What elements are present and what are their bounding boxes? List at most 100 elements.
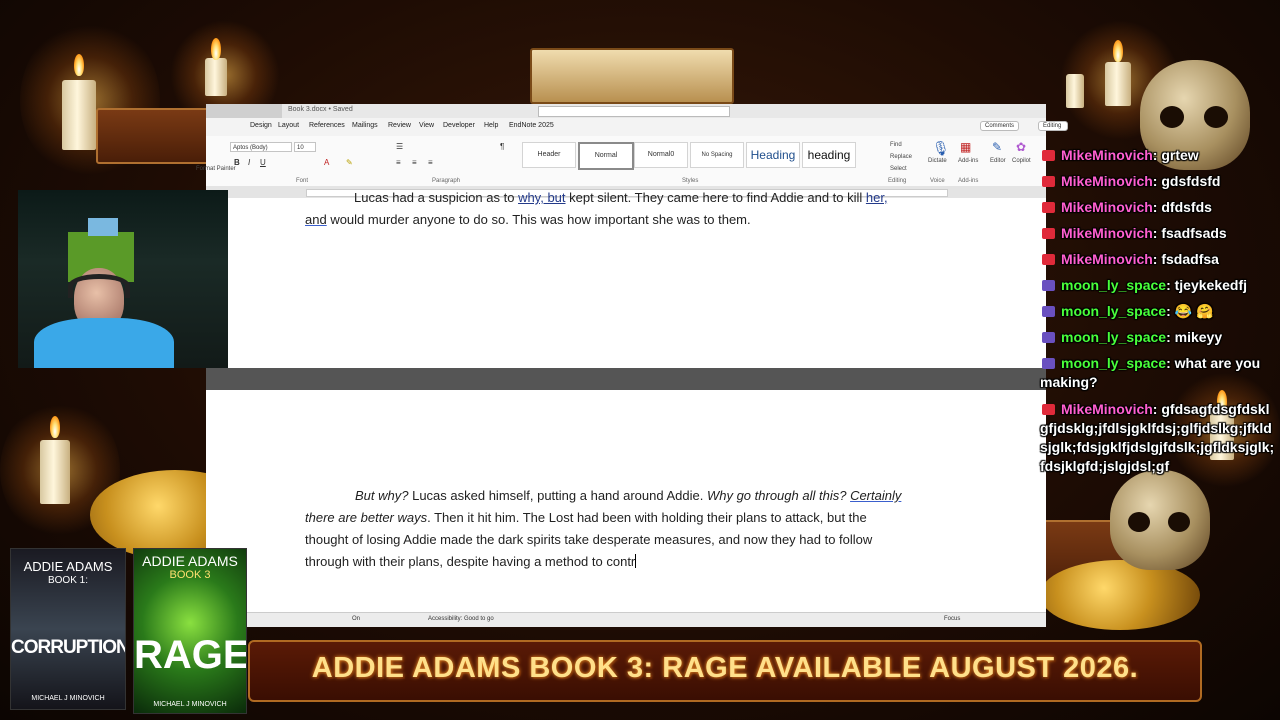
- highlight-icon[interactable]: ✎: [346, 158, 353, 167]
- chat-message: moon_ly_space: tjeykekedfj: [1040, 276, 1278, 295]
- document-page-2[interactable]: But why? Lucas asked himself, putting a …: [206, 390, 1046, 612]
- style-normal0[interactable]: Normal0: [634, 142, 688, 168]
- chat-username: MikeMinovich: [1061, 173, 1153, 189]
- group-add-ins-label: Add-ins: [958, 178, 979, 184]
- candle-flame-right: [1113, 40, 1123, 62]
- promo-banner: ADDIE ADAMS BOOK 3: RAGE AVAILABLE AUGUS…: [248, 640, 1202, 702]
- editor-icon[interactable]: ✎: [992, 140, 1002, 154]
- tab-references[interactable]: References: [309, 122, 345, 129]
- text-run: Lucas asked himself, putting a hand arou…: [408, 488, 707, 503]
- streamer-shirt: [34, 318, 174, 368]
- chat-message: MikeMinovich: grtew: [1040, 146, 1278, 165]
- search-input[interactable]: [538, 106, 730, 117]
- style-header-label: Header: [537, 151, 561, 158]
- text-run-link: her,: [865, 190, 888, 205]
- style-no-spacing-label: No Spacing: [701, 152, 733, 158]
- chat-text: grtew: [1161, 147, 1199, 163]
- select-button[interactable]: Select: [890, 166, 907, 172]
- candle-left: [62, 80, 96, 150]
- book-cover-rage: ADDIE ADAMS BOOK 3 RAGE MICHAEL J MINOVI…: [133, 548, 247, 714]
- font-size-select[interactable]: 10: [294, 142, 316, 152]
- underline-icon[interactable]: U: [260, 158, 266, 167]
- cover-book-name: CORRUPTION: [11, 637, 126, 658]
- text-run-link: why, but: [518, 190, 566, 205]
- track-changes-status[interactable]: On: [352, 616, 360, 622]
- chat-message: MikeMinovich: gdsfdsfd: [1040, 172, 1278, 191]
- find-button[interactable]: Find: [890, 142, 902, 148]
- page2-line-3: thought of losing Addie made the dark sp…: [305, 532, 873, 547]
- style-no-spacing[interactable]: No Spacing: [690, 142, 744, 168]
- open-book-decoration: [530, 48, 734, 104]
- coin-pile-right: [1040, 560, 1200, 630]
- phone-icon: [1042, 280, 1055, 291]
- text-run: Lucas had a suspicion as to: [354, 190, 519, 205]
- tab-layout[interactable]: Layout: [278, 122, 299, 129]
- chat-username: MikeMinovich: [1061, 199, 1153, 215]
- chat-username: MikeMinovich: [1061, 251, 1153, 267]
- text-run-italic: there are better ways: [305, 510, 428, 525]
- editor-button[interactable]: Editor: [990, 158, 1006, 164]
- text-run-italic: Why go through all this?: [706, 488, 847, 503]
- phone-icon: [1042, 306, 1055, 317]
- comments-button[interactable]: Comments: [980, 121, 1020, 131]
- document-page-1[interactable]: Lucas had a suspicion as to why, but kep…: [228, 190, 1046, 368]
- tab-view[interactable]: View: [419, 122, 434, 129]
- camera-icon: [1042, 176, 1055, 187]
- chat-message: MikeMinovich: gfdsagfdsgfdsklgfjdsklg;jf…: [1040, 401, 1275, 474]
- chat-text: mikeyy: [1174, 329, 1223, 345]
- chat-message: MikeMinovich: fsadfsads: [1040, 224, 1278, 243]
- camera-icon: [1042, 228, 1055, 239]
- chat-username: MikeMinovich: [1061, 225, 1153, 241]
- copilot-button[interactable]: Copilot: [1012, 158, 1031, 164]
- bullets-icon[interactable]: ☰: [396, 142, 403, 151]
- text-run: through with their plans, despite having…: [305, 554, 636, 569]
- chat-text: tjeykekedfj: [1174, 277, 1247, 293]
- format-painter-button[interactable]: Format Painter: [196, 166, 236, 172]
- camera-icon: [1042, 254, 1055, 265]
- cover-subtitle: BOOK 3: [169, 569, 211, 581]
- align-center-icon[interactable]: ≡: [412, 158, 417, 167]
- tab-developer[interactable]: Developer: [443, 122, 475, 129]
- style-normal[interactable]: Normal: [578, 142, 634, 170]
- candle-right: [1105, 62, 1131, 106]
- style-heading-lower[interactable]: heading: [802, 142, 856, 168]
- banner-text: ADDIE ADAMS BOOK 3: RAGE AVAILABLE AUGUS…: [311, 652, 1139, 684]
- chat-text: fsadfsads: [1161, 225, 1227, 241]
- style-normal-label: Normal: [594, 152, 618, 159]
- font-name-select[interactable]: Aptos (Body): [230, 142, 292, 152]
- dictate-button[interactable]: Dictate: [928, 158, 947, 164]
- tab-endnote[interactable]: EndNote 2025: [509, 122, 554, 129]
- tab-design[interactable]: Design: [250, 122, 272, 129]
- cover-title: ADDIE ADAMS: [23, 559, 113, 574]
- italic-icon[interactable]: I: [248, 158, 250, 167]
- add-ins-button[interactable]: Add-ins: [958, 158, 978, 164]
- cover-title: ADDIE ADAMS: [142, 553, 238, 569]
- tab-review[interactable]: Review: [388, 122, 411, 129]
- microphone-icon[interactable]: 🎙: [932, 140, 950, 157]
- chat-text: fsdadfsa: [1161, 251, 1219, 267]
- chat-username: MikeMinovich: [1061, 147, 1153, 163]
- align-left-icon[interactable]: ≡: [396, 158, 401, 167]
- candle-flame-bottom-left: [50, 416, 60, 438]
- editing-mode-button[interactable]: Editing: [1038, 121, 1068, 131]
- style-heading[interactable]: Heading: [746, 142, 800, 168]
- accessibility-status[interactable]: Accessibility: Good to go: [428, 616, 494, 622]
- add-ins-icon[interactable]: ▦: [960, 140, 971, 154]
- style-header[interactable]: Header: [522, 142, 576, 168]
- style-heading-lower-label: heading: [807, 148, 851, 162]
- align-right-icon[interactable]: ≡: [428, 158, 433, 167]
- status-bar: On Accessibility: Good to go Focus: [206, 612, 1046, 627]
- focus-mode-button[interactable]: Focus: [944, 616, 960, 622]
- group-voice-label: Voice: [930, 178, 945, 184]
- copilot-icon[interactable]: ✿: [1016, 140, 1026, 154]
- tab-mailings[interactable]: Mailings: [352, 122, 378, 129]
- bold-icon[interactable]: B: [234, 158, 240, 167]
- replace-button[interactable]: Replace: [890, 154, 912, 160]
- font-color-icon[interactable]: A: [324, 158, 329, 167]
- cover-author: MICHAEL J MINOVICH: [153, 701, 227, 708]
- camera-icon: [1042, 404, 1055, 415]
- text-run: kept silent. They came here to find Addi…: [565, 190, 866, 205]
- tab-help[interactable]: Help: [484, 122, 498, 129]
- chat-username: moon_ly_space: [1061, 329, 1167, 345]
- show-formatting-icon[interactable]: ¶: [500, 142, 504, 151]
